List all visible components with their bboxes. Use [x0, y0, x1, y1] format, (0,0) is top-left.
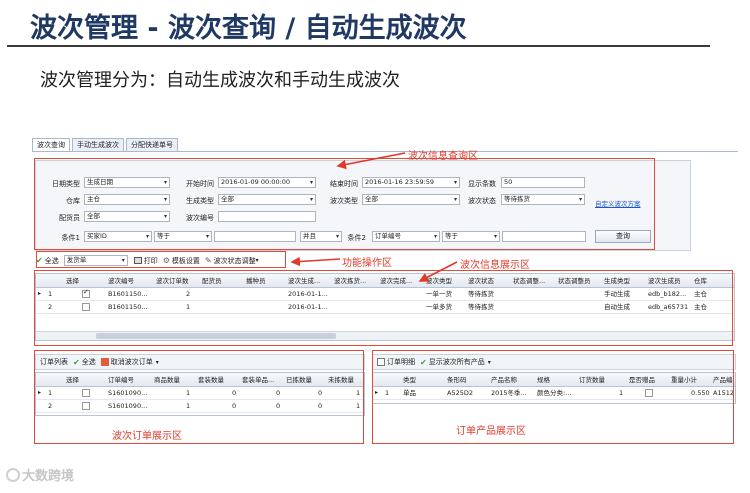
function-area-annotation: 功能操作区 — [342, 258, 392, 269]
logo-icon — [6, 468, 20, 482]
product-area-annotation: 订单产品展示区 — [456, 426, 526, 437]
watermark-logo: 大数跨境 — [6, 465, 74, 484]
order-area-annotation: 波次订单展示区 — [112, 431, 182, 442]
display-area-annotation: 波次信息展示区 — [460, 260, 530, 271]
annotation-arrows — [290, 152, 458, 282]
query-area-annotation: 波次信息查询区 — [408, 151, 478, 162]
